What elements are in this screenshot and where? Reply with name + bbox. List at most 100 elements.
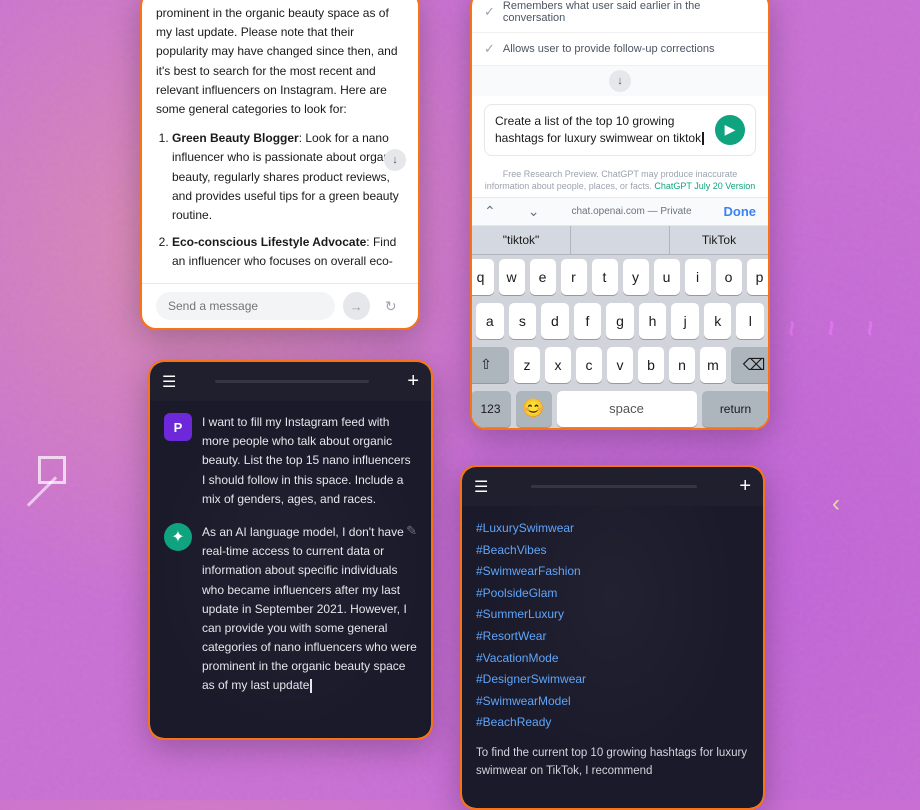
key-e[interactable]: e (530, 259, 556, 295)
emoji-key[interactable]: 😊 (516, 391, 552, 427)
scroll-indicator: ↓ (472, 66, 768, 96)
keyboard-row-3: ⇧ z x c v b n m ⌫ (472, 343, 768, 387)
hashtag-item-3: #SwimwearFashion (476, 561, 749, 583)
send-button[interactable]: → (343, 292, 370, 320)
user-message: P I want to fill my Instagram feed with … (164, 413, 417, 509)
keyboard-suggestions: "tiktok" TikTok (472, 226, 768, 255)
title-bar-noise (215, 380, 369, 383)
ai-avatar: ✦ (164, 523, 192, 551)
key-shift[interactable]: ⇧ (470, 347, 509, 383)
key-j[interactable]: j (671, 303, 699, 339)
space-key[interactable]: space (557, 391, 697, 427)
keyboard: "tiktok" TikTok q w e r t y u i o p a s … (472, 226, 768, 430)
disclaimer: Free Research Preview. ChatGPT may produ… (472, 164, 768, 197)
key-y[interactable]: y (623, 259, 649, 295)
title-bar-noise (531, 485, 697, 488)
new-chat-icon[interactable]: + (407, 370, 419, 393)
ai-message: ✦ As an AI language model, I don't have … (164, 523, 417, 696)
key-t[interactable]: t (592, 259, 618, 295)
key-d[interactable]: d (541, 303, 569, 339)
backspace-key[interactable]: ⌫ (731, 347, 770, 383)
phone2-input-area: Create a list of the top 10 growing hash… (472, 96, 768, 164)
key-k[interactable]: k (704, 303, 732, 339)
send-button[interactable]: ▶ (715, 115, 745, 145)
hashtag-item-4: #PoolsideGlam (476, 583, 749, 605)
key-b[interactable]: b (638, 347, 664, 383)
menu-icon[interactable]: ☰ (474, 477, 488, 497)
key-q[interactable]: q (470, 259, 494, 295)
item2-title: Eco-conscious Lifestyle Advocate (172, 235, 366, 249)
key-f[interactable]: f (574, 303, 602, 339)
url-text: chat.openai.com — Private (571, 206, 691, 217)
key-v[interactable]: v (607, 347, 633, 383)
ai-message-text: As an AI language model, I don't have re… (202, 523, 417, 696)
phone1-list: Green Beauty Blogger: Look for a nano in… (156, 129, 404, 271)
key-z[interactable]: z (514, 347, 540, 383)
hashtag-item-1: #LuxurySwimwear (476, 518, 749, 540)
ai-summary: To find the current top 10 growing hasht… (476, 744, 749, 781)
nav-prev[interactable]: ⌃ (484, 203, 496, 220)
capability-text-2: Allows user to provide follow-up correct… (503, 43, 715, 55)
phone3-titlebar: ☰ + (150, 362, 431, 401)
key-g[interactable]: g (606, 303, 634, 339)
key-i[interactable]: i (685, 259, 711, 295)
key-c[interactable]: c (576, 347, 602, 383)
phone1-body: prominent in the organic beauty space as… (142, 0, 418, 291)
suggestion-3[interactable]: TikTok (670, 226, 768, 254)
refresh-button[interactable]: ↻ (378, 292, 405, 320)
capability-text-1: Remembers what user said earlier in the … (503, 0, 756, 24)
phone4-window: ☰ + #LuxurySwimwear #BeachVibes #Swimwea… (460, 465, 765, 810)
key-o[interactable]: o (716, 259, 742, 295)
phone2-input-text[interactable]: Create a list of the top 10 growing hash… (495, 113, 707, 147)
keyboard-row-bottom: 123 😊 space return (472, 387, 768, 430)
cursor (702, 132, 704, 145)
keyboard-row-2: a s d f g h j k l (472, 299, 768, 343)
phone4-titlebar: ☰ + (462, 467, 763, 506)
hashtag-item-5: #SummerLuxury (476, 604, 749, 626)
key-123[interactable]: 123 (471, 391, 511, 427)
phone1-intro: prominent in the organic beauty space as… (156, 4, 404, 119)
url-bar: ⌃ ⌄ chat.openai.com — Private Done (472, 197, 768, 226)
done-button[interactable]: Done (724, 204, 757, 219)
check-icon: ✓ (484, 4, 495, 20)
return-key[interactable]: return (702, 391, 770, 427)
phone1-window: prominent in the organic beauty space as… (140, 0, 420, 330)
capability-row-1: ✓ Remembers what user said earlier in th… (472, 0, 768, 33)
key-u[interactable]: u (654, 259, 680, 295)
key-x[interactable]: x (545, 347, 571, 383)
scroll-down-icon[interactable]: ↓ (384, 149, 406, 171)
list-item: Green Beauty Blogger: Look for a nano in… (172, 129, 404, 225)
disclaimer-link[interactable]: ChatGPT July 20 Version (654, 181, 755, 191)
hashtag-item-2: #BeachVibes (476, 540, 749, 562)
private-label: — Private (648, 206, 692, 217)
nav-next[interactable]: ⌄ (528, 203, 540, 220)
user-avatar: P (164, 413, 192, 441)
key-w[interactable]: w (499, 259, 525, 295)
key-l[interactable]: l (736, 303, 764, 339)
deco-arrow: ‹ (832, 490, 840, 518)
check-icon-2: ✓ (484, 41, 495, 57)
menu-icon[interactable]: ☰ (162, 372, 176, 392)
suggestion-1[interactable]: "tiktok" (472, 226, 571, 254)
key-p[interactable]: p (747, 259, 771, 295)
suggestion-2[interactable] (571, 226, 670, 254)
key-a[interactable]: a (476, 303, 504, 339)
key-r[interactable]: r (561, 259, 587, 295)
phone2-window: ✓ Remembers what user said earlier in th… (470, 0, 770, 430)
user-message-text: I want to fill my Instagram feed with mo… (202, 413, 417, 509)
phone1-input-bar: → ↻ (142, 283, 418, 328)
message-input[interactable] (156, 292, 335, 320)
key-m[interactable]: m (700, 347, 726, 383)
hashtag-item-6: #ResortWear (476, 626, 749, 648)
hashtag-item-8: #DesignerSwimwear (476, 669, 749, 691)
hashtag-list: #LuxurySwimwear #BeachVibes #SwimwearFas… (476, 518, 749, 734)
phone4-body: #LuxurySwimwear #BeachVibes #SwimwearFas… (462, 506, 763, 808)
list-item: Eco-conscious Lifestyle Advocate: Find a… (172, 233, 404, 271)
hashtag-item-7: #VacationMode (476, 648, 749, 670)
key-n[interactable]: n (669, 347, 695, 383)
key-h[interactable]: h (639, 303, 667, 339)
key-s[interactable]: s (509, 303, 537, 339)
phone3-body: P I want to fill my Instagram feed with … (150, 401, 431, 738)
scroll-down-icon[interactable]: ↓ (609, 70, 631, 92)
new-chat-icon[interactable]: + (739, 475, 751, 498)
